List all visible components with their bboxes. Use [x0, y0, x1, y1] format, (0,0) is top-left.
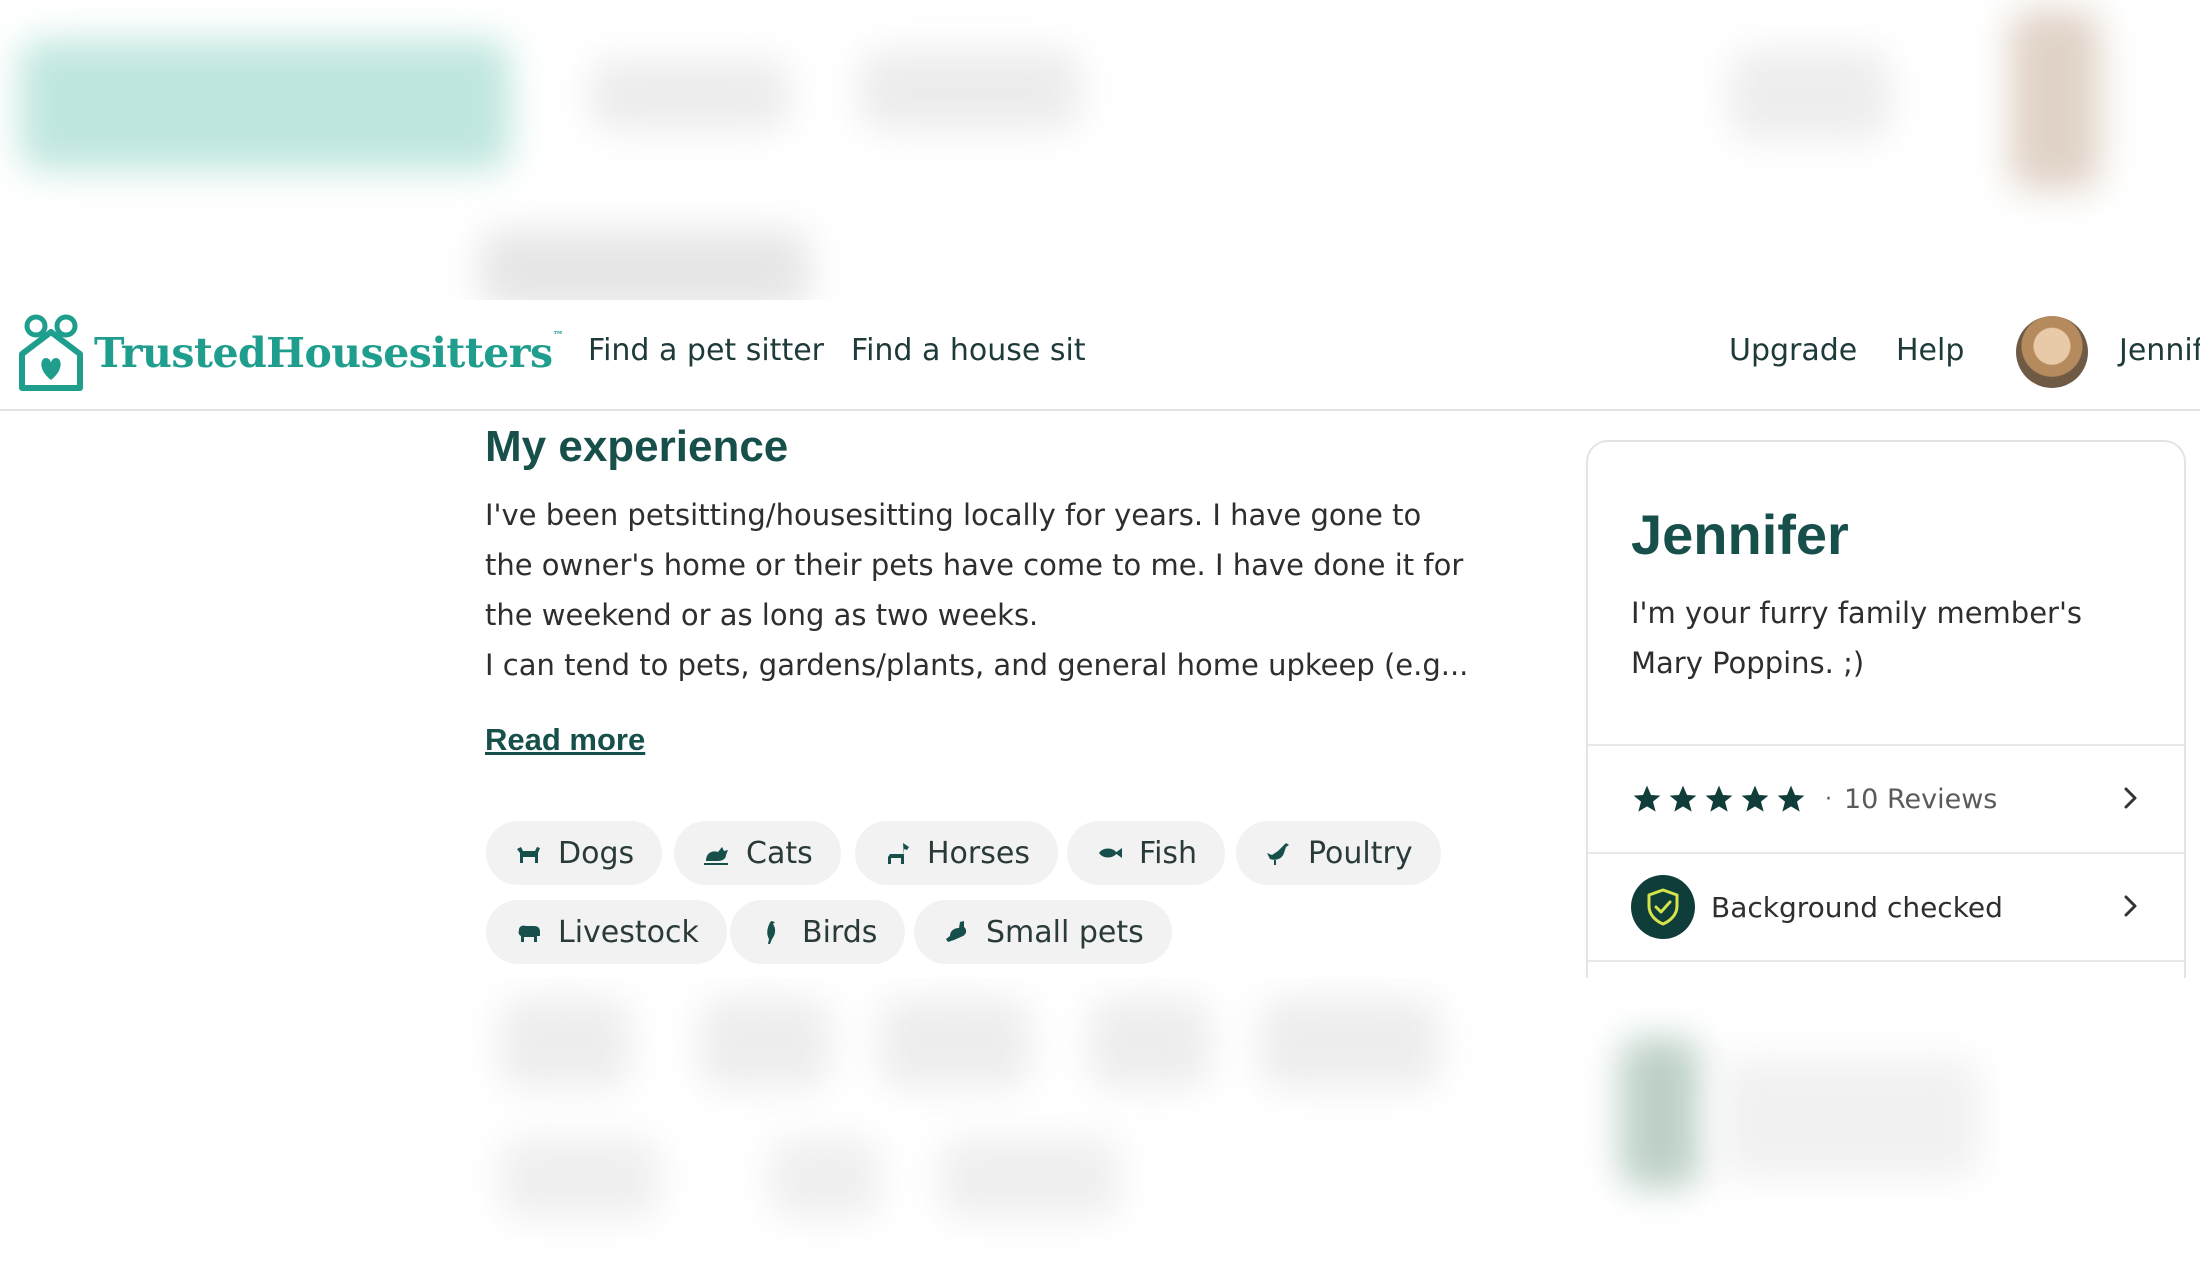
pet-chip-small-pets: Small pets — [914, 900, 1172, 964]
pet-chip-poultry: Poultry — [1236, 821, 1441, 885]
nav-help[interactable]: Help — [1896, 333, 1964, 368]
experience-paragraph-2: I can tend to pets, gardens/plants, and … — [485, 648, 1469, 682]
small-pet-icon — [946, 921, 967, 942]
blurred-background-bottom — [0, 978, 2200, 1280]
pet-chip-label: Birds — [802, 914, 878, 950]
section-title: My experience — [485, 422, 789, 471]
pet-chip-dogs: Dogs — [486, 821, 663, 885]
star-icon — [1705, 785, 1733, 812]
experience-paragraph-1: I've been petsitting/housesitting locall… — [485, 498, 1464, 632]
nav-find-pet-sitter[interactable]: Find a pet sitter — [588, 333, 824, 368]
pet-chip-label: Fish — [1139, 835, 1198, 871]
chevron-right-icon — [2124, 787, 2137, 809]
bird-icon — [767, 921, 776, 944]
livestock-icon — [518, 925, 540, 942]
pet-chip-birds: Birds — [730, 900, 906, 964]
background-checked-label: Background checked — [1711, 890, 2003, 924]
star-icon — [1633, 785, 1661, 812]
trustedhousesitters-logo[interactable]: TrustedHousesitters™ — [16, 314, 564, 392]
shield-check-icon — [1647, 888, 1679, 926]
pet-chip-label: Dogs — [558, 835, 635, 871]
shield-check-badge — [1631, 875, 1695, 939]
logo-text: TrustedHousesitters™ — [94, 329, 564, 377]
user-menu-name[interactable]: Jennif — [2119, 333, 2200, 368]
profile-summary-card: Jennifer I'm your furry family member's … — [1586, 440, 2186, 1000]
star-icon — [1741, 785, 1769, 812]
separator-dot: · — [1825, 786, 1832, 812]
nav-upgrade[interactable]: Upgrade — [1729, 333, 1857, 368]
experience-description: I've been petsitting/housesitting locall… — [485, 490, 1475, 690]
reviews-count: 10 Reviews — [1844, 783, 1998, 815]
user-avatar[interactable] — [2016, 316, 2088, 388]
pet-chip-label: Cats — [746, 835, 813, 871]
poultry-icon — [1267, 843, 1289, 865]
pet-chip-livestock: Livestock — [486, 900, 727, 964]
top-navigation-bar: TrustedHousesitters™ Find a pet sitter F… — [0, 300, 2200, 411]
read-more-link[interactable]: Read more — [485, 722, 645, 758]
star-icon — [1777, 785, 1805, 812]
nav-find-house-sit[interactable]: Find a house sit — [851, 333, 1086, 368]
pet-chip-cats: Cats — [674, 821, 841, 885]
profile-tagline: I'm your furry family member's Mary Popp… — [1631, 596, 2083, 680]
pet-chip-label: Livestock — [558, 914, 699, 950]
fish-icon — [1099, 848, 1122, 858]
star-icon — [1669, 785, 1697, 812]
dog-icon — [517, 847, 540, 863]
pet-chip-fish: Fish — [1067, 821, 1226, 885]
horse-icon — [888, 843, 909, 864]
background-check-row[interactable]: Background checked — [1588, 852, 2184, 960]
pet-chip-label: Poultry — [1308, 835, 1413, 871]
blurred-background-top — [0, 0, 2200, 300]
chevron-right-icon — [2124, 895, 2137, 917]
cat-icon — [704, 847, 728, 865]
profile-name: Jennifer — [1631, 503, 1849, 566]
pet-chip-label: Small pets — [986, 914, 1144, 950]
pet-chip-label: Horses — [927, 835, 1030, 871]
pet-chip-horses: Horses — [855, 821, 1058, 885]
reviews-row[interactable]: · 10 Reviews — [1588, 744, 2184, 852]
house-logo-icon — [19, 314, 83, 391]
star-rating — [1631, 783, 1811, 815]
